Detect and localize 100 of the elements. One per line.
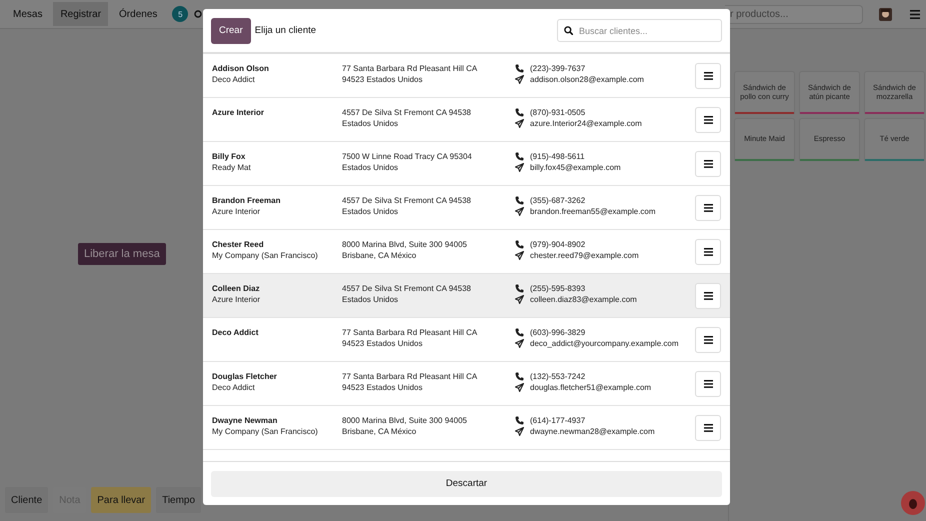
client-name: Chester Reed	[212, 239, 265, 250]
phone-number: (915)-498-5611	[530, 151, 585, 162]
phone-number: (614)-177-4937	[530, 415, 586, 426]
phone-icon	[515, 108, 524, 117]
company-name: Ready Mat	[212, 162, 252, 173]
client-address: 7500 W Linne Road Tracy CA 95304 Estados Unidos	[342, 152, 472, 172]
client-address: 4557 De Silva St Fremont CA 94538 Estados Unidos	[342, 196, 471, 216]
client-address: 4557 De Silva St Fremont CA 94538 Estados Unidos	[342, 284, 471, 304]
phone-icon	[515, 240, 524, 249]
phone-number: (979)-904-8902	[530, 239, 586, 250]
search-icon	[564, 26, 573, 35]
email-address: addison.olson28@example.com	[530, 74, 644, 85]
client-address: 4557 De Silva St Fremont CA 94538 Estados Unidos	[342, 108, 471, 128]
phone-icon	[515, 152, 524, 161]
details-button[interactable]	[695, 283, 721, 309]
action-button[interactable]: Para llevar	[91, 487, 152, 513]
menu-icon	[704, 292, 712, 300]
menu-icon	[704, 380, 712, 388]
client-row[interactable]: Deco Addict 77 Santa Barbara Rd Pleasant Hill CA 94523 Estados Unidos (603)-996-3829 deco_addict@yourcompany.example.com	[203, 318, 730, 362]
phone-number: (355)-687-3262	[530, 195, 586, 206]
avatar-icon[interactable]	[879, 8, 892, 20]
action-button[interactable]: Cliente	[5, 487, 48, 513]
count-badge: 5	[172, 6, 188, 22]
company-name: My Company (San Francisco)	[212, 426, 319, 437]
email-address: chester.reed79@example.com	[530, 250, 639, 261]
paper-plane-icon	[515, 75, 524, 84]
menu-icon	[704, 248, 712, 256]
discard-button[interactable]: Descartar	[211, 470, 722, 496]
paper-plane-icon	[515, 251, 524, 260]
phone-icon	[515, 284, 524, 293]
client-address: 77 Santa Barbara Rd Pleasant Hill CA 94523 Estados Unidos	[342, 64, 477, 84]
phone-number: (132)-553-7242	[530, 371, 586, 382]
phone-number: (603)-996-3829	[530, 327, 586, 338]
release-table-button[interactable]: Liberar la mesa	[78, 243, 166, 265]
dialog-title: Elija un cliente	[254, 25, 316, 36]
email-address: billy.fox45@example.com	[530, 162, 621, 173]
paper-plane-icon	[515, 339, 524, 348]
paper-plane-icon	[515, 163, 524, 172]
company-name: Azure Interior	[212, 206, 262, 217]
client-name: Brandon Freeman	[212, 195, 282, 206]
client-name: Addison Olson	[212, 63, 270, 74]
client-row[interactable]: Dwayne Newman My Company (San Francisco) 8000 Marina Blvd, Suite 300 94005 Brisbane, CA México (614)-177-4937 dwayne.newman28@example.com	[203, 406, 730, 450]
details-button[interactable]	[695, 107, 721, 133]
nav-tab[interactable]: Órdenes	[112, 2, 164, 26]
client-name: Douglas Fletcher	[212, 371, 278, 382]
client-name: Billy Fox	[212, 151, 246, 162]
phone-icon	[515, 372, 524, 381]
menu-icon[interactable]	[910, 10, 920, 18]
company-name: Deco Addict	[212, 382, 256, 393]
phone-icon	[515, 416, 524, 425]
phone-icon	[515, 328, 524, 337]
client-row[interactable]: Addison Olson Deco Addict 77 Santa Barbara Rd Pleasant Hill CA 94523 Estados Unidos (223)-399-7637 addison.olson28@example.com	[203, 54, 730, 98]
phone-number: (223)-399-7637	[530, 63, 586, 74]
nav-tab[interactable]: Mesas	[6, 2, 50, 26]
details-button[interactable]	[695, 371, 721, 397]
details-button[interactable]	[695, 63, 721, 89]
client-address: 8000 Marina Blvd, Suite 300 94005 Brisbane, CA México	[342, 240, 467, 260]
nav-tab[interactable]: Registrar	[53, 2, 108, 26]
client-row[interactable]: Azure Interior 4557 De Silva St Fremont CA 94538 Estados Unidos (870)-931-0505 azure.Interior24@example.com	[203, 98, 730, 142]
details-button[interactable]	[695, 327, 721, 353]
details-button[interactable]	[695, 239, 721, 265]
client-address: 77 Santa Barbara Rd Pleasant Hill CA 94523 Estados Unidos	[342, 328, 477, 348]
paper-plane-icon	[515, 383, 524, 392]
client-address: 77 Santa Barbara Rd Pleasant Hill CA 94523 Estados Unidos	[342, 372, 477, 392]
company-name: Deco Addict	[212, 74, 256, 85]
menu-icon	[704, 72, 712, 80]
search-field[interactable]: r productos...	[725, 4, 863, 24]
email-address: deco_addict@yourcompany.example.com	[530, 338, 678, 349]
paper-plane-icon	[515, 427, 524, 436]
client-row[interactable]: Douglas Fletcher Deco Addict 77 Santa Barbara Rd Pleasant Hill CA 94523 Estados Unidos (132)-553-7242 douglas.fletcher51@example.com	[203, 362, 730, 406]
email-address: dwayne.newman28@example.com	[530, 426, 655, 437]
phone-icon	[515, 64, 524, 73]
menu-icon	[704, 204, 712, 212]
phone-icon	[515, 196, 524, 205]
client-name: Deco Addict	[212, 327, 260, 338]
paper-plane-icon	[515, 295, 524, 304]
create-button[interactable]: Crear	[211, 18, 251, 44]
details-button[interactable]	[695, 151, 721, 177]
phone-number: (870)-931-0505	[530, 107, 586, 118]
client-name: Colleen Diaz	[212, 283, 261, 294]
client-address: 8000 Marina Blvd, Suite 300 94005 Brisbane, CA México	[342, 416, 467, 436]
menu-icon	[704, 424, 712, 432]
paper-plane-icon	[515, 119, 524, 128]
email-address: colleen.diaz83@example.com	[530, 294, 637, 305]
email-address: brandon.freeman55@example.com	[530, 206, 656, 217]
client-row[interactable]: Colleen Diaz Azure Interior 4557 De Silva St Fremont CA 94538 Estados Unidos (255)-595-8393 colleen.diaz83@example.com	[203, 274, 730, 318]
company-name: My Company (San Francisco)	[212, 250, 319, 261]
details-button[interactable]	[695, 415, 721, 441]
search-field[interactable]: Buscar clientes...	[557, 19, 722, 42]
menu-icon	[704, 336, 712, 344]
client-name: Azure Interior	[212, 107, 266, 118]
action-button[interactable]: Tiempo	[156, 487, 202, 513]
menu-icon	[704, 160, 712, 168]
client-row[interactable]: Brandon Freeman Azure Interior 4557 De Silva St Fremont CA 94538 Estados Unidos (355)-687-3262 brandon.freeman55@example.com	[203, 186, 730, 230]
paper-plane-icon	[515, 207, 524, 216]
email-address: douglas.fletcher51@example.com	[530, 382, 652, 393]
details-button[interactable]	[695, 195, 721, 221]
menu-icon	[704, 116, 712, 124]
client-row[interactable]: Billy Fox Ready Mat 7500 W Linne Road Tracy CA 95304 Estados Unidos (915)-498-5611 billy.fox45@example.com	[203, 142, 730, 186]
phone-number: (255)-595-8393	[530, 283, 586, 294]
